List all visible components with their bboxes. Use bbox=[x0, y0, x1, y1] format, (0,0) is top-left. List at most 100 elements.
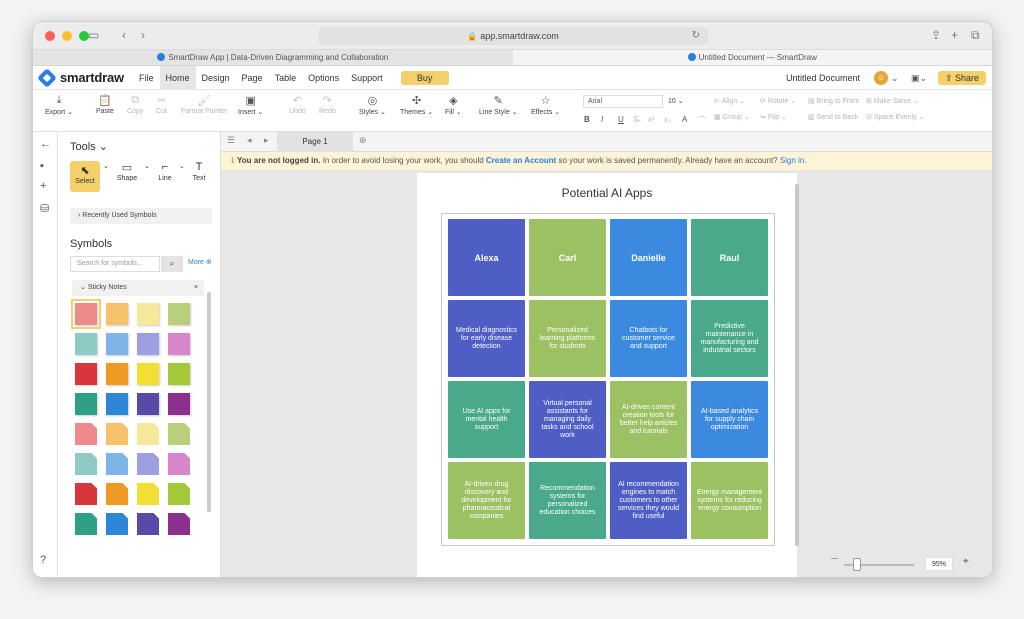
idea-cell[interactable]: Recommendation systems for personalized … bbox=[529, 462, 606, 539]
insert-button[interactable]: ▣ Insert ⌄ bbox=[238, 94, 263, 116]
tab-overview-icon[interactable]: ⧉ bbox=[971, 28, 980, 43]
bold-icon[interactable]: B bbox=[584, 115, 590, 124]
sticky-note-symbol[interactable] bbox=[75, 333, 97, 355]
themes-button[interactable]: ✣ Themes ⌄ bbox=[400, 94, 433, 116]
buy-button[interactable]: Buy bbox=[400, 70, 449, 85]
help-icon[interactable]: ? bbox=[40, 554, 46, 566]
more-symbols-link[interactable]: More ⊕ bbox=[188, 258, 212, 266]
select-tool[interactable]: ⬉ Select bbox=[70, 161, 100, 192]
sticky-note-symbol[interactable] bbox=[168, 453, 190, 475]
sticky-note-symbol[interactable] bbox=[168, 363, 190, 385]
sticky-note-symbol[interactable] bbox=[106, 423, 128, 445]
symbol-search-input[interactable]: Search for symbols... bbox=[70, 256, 160, 272]
sticky-note-symbol[interactable] bbox=[75, 423, 97, 445]
sticky-note-symbol[interactable] bbox=[106, 453, 128, 475]
diagram-title[interactable]: Potential AI Apps bbox=[417, 186, 797, 200]
cut-button[interactable]: ✂ Cut bbox=[156, 94, 167, 115]
add-page-icon[interactable]: ⊕ bbox=[359, 135, 367, 146]
forward-icon[interactable]: › bbox=[141, 28, 145, 42]
chevron-down-icon[interactable]: ⌄ bbox=[891, 66, 899, 90]
sticky-note-symbol[interactable] bbox=[71, 299, 101, 329]
drawing-canvas[interactable]: Potential AI Apps Alexa Carl Danielle Raul M… bbox=[221, 170, 992, 577]
prev-page-icon[interactable]: ◂ bbox=[247, 135, 252, 146]
superscript-icon[interactable]: x² bbox=[648, 115, 655, 124]
subscript-icon[interactable]: x₂ bbox=[664, 115, 671, 124]
sticky-note-symbol[interactable] bbox=[75, 393, 97, 415]
person-header-cell[interactable]: Alexa bbox=[448, 219, 525, 296]
flip-button[interactable]: ⇋ Flip ⌄ bbox=[760, 113, 787, 121]
sticky-note-symbol[interactable] bbox=[137, 453, 159, 475]
sticky-note-symbol[interactable] bbox=[168, 303, 190, 325]
reload-icon[interactable]: ↻ bbox=[692, 27, 700, 45]
undo-button[interactable]: ↶ Undo bbox=[289, 94, 306, 115]
chevron-down-icon[interactable]: ⌄ bbox=[144, 162, 150, 170]
smartdraw-logo[interactable]: smartdraw bbox=[37, 67, 133, 88]
idea-cell[interactable]: Personalized learning platforms for stud… bbox=[529, 300, 606, 377]
page-list-icon[interactable]: ☰ bbox=[227, 135, 235, 146]
map-icon[interactable]: ⌖ bbox=[963, 556, 969, 567]
back-icon[interactable]: ‹ bbox=[122, 28, 126, 42]
sticky-note-symbol[interactable] bbox=[137, 363, 159, 385]
briefcase-icon[interactable]: ▪ bbox=[40, 160, 44, 172]
font-color-icon[interactable]: A bbox=[682, 115, 687, 124]
new-tab-icon[interactable]: + bbox=[951, 28, 958, 42]
zoom-out-icon[interactable]: — bbox=[831, 555, 838, 562]
close-icon[interactable]: × bbox=[194, 280, 198, 296]
space-evenly-button[interactable]: ⊟ Space Evenly ⌄ bbox=[866, 113, 924, 121]
sticky-note-symbol[interactable] bbox=[137, 303, 159, 325]
sticky-notes-library[interactable]: ⌄ Sticky Notes × bbox=[72, 280, 204, 296]
sticky-note-symbol[interactable] bbox=[137, 423, 159, 445]
ai-apps-grid[interactable]: Alexa Carl Danielle Raul Medical diagnostics… bbox=[441, 213, 775, 546]
text-tool[interactable]: T Text bbox=[184, 161, 214, 182]
line-style-button[interactable]: ✎ Line Style ⌄ bbox=[479, 94, 518, 116]
idea-cell[interactable]: Chatbots for customer service and suppor… bbox=[610, 300, 687, 377]
effects-button[interactable]: ☆ Effects ⌄ bbox=[531, 94, 560, 116]
share-page-icon[interactable]: ⇪ bbox=[931, 28, 941, 42]
sticky-note-symbol[interactable] bbox=[106, 303, 128, 325]
address-bar[interactable]: 🔒 app.smartdraw.com ↻ bbox=[318, 27, 708, 45]
recently-used-symbols[interactable]: › Recently Used Symbols bbox=[70, 208, 212, 224]
paste-button[interactable]: 📋 Paste bbox=[96, 94, 114, 115]
sticky-note-symbol[interactable] bbox=[75, 453, 97, 475]
database-icon[interactable]: ⛁ bbox=[40, 202, 49, 215]
zoom-slider-thumb[interactable] bbox=[853, 558, 861, 571]
underline-icon[interactable]: U bbox=[618, 115, 624, 124]
menu-options[interactable]: Options bbox=[302, 66, 345, 90]
present-icon[interactable]: ▣⌄ bbox=[911, 66, 927, 90]
bring-to-front-button[interactable]: ▤ Bring to Front bbox=[808, 97, 859, 105]
styles-button[interactable]: ◎ Styles ⌄ bbox=[359, 94, 386, 116]
sticky-note-symbol[interactable] bbox=[168, 393, 190, 415]
export-button[interactable]: ⤓ Export ⌄ bbox=[45, 94, 73, 116]
sticky-note-symbol[interactable] bbox=[106, 513, 128, 535]
strikethrough-icon[interactable]: S̶ bbox=[633, 115, 638, 124]
sticky-note-symbol[interactable] bbox=[168, 423, 190, 445]
minimize-window-button[interactable] bbox=[62, 31, 72, 41]
menu-design[interactable]: Design bbox=[196, 66, 236, 90]
sticky-note-symbol[interactable] bbox=[106, 333, 128, 355]
fill-button[interactable]: ◈ Fill ⌄ bbox=[445, 94, 462, 116]
browser-tab-untitled[interactable]: Untitled Document — SmartDraw bbox=[512, 50, 992, 65]
idea-cell[interactable]: Medical diagnostics for early disease de… bbox=[448, 300, 525, 377]
shape-tool[interactable]: ▭ Shape bbox=[112, 161, 142, 182]
search-icon[interactable]: ⌕ bbox=[161, 256, 183, 272]
sticky-note-symbol[interactable] bbox=[75, 483, 97, 505]
italic-icon[interactable]: I bbox=[601, 115, 603, 124]
idea-cell[interactable]: AI-driven content creation tools for bet… bbox=[610, 381, 687, 458]
zoom-percent[interactable]: 95% bbox=[925, 557, 953, 571]
idea-cell[interactable]: Virtual personal assistants for managing… bbox=[529, 381, 606, 458]
menu-page[interactable]: Page bbox=[236, 66, 269, 90]
person-header-cell[interactable]: Danielle bbox=[610, 219, 687, 296]
canvas-scrollbar[interactable] bbox=[795, 184, 799, 546]
menu-home[interactable]: Home bbox=[159, 65, 196, 90]
idea-cell[interactable]: Use AI apps for mental health support bbox=[448, 381, 525, 458]
copy-button[interactable]: ⧉ Copy bbox=[127, 94, 143, 115]
menu-support[interactable]: Support bbox=[345, 66, 389, 90]
idea-cell[interactable]: AI-driven drug discovery and development… bbox=[448, 462, 525, 539]
align-button[interactable]: ⊫ Align ⌄ bbox=[714, 97, 745, 105]
idea-cell[interactable]: AI-based analytics for supply chain opti… bbox=[691, 381, 768, 458]
sticky-note-symbol[interactable] bbox=[168, 513, 190, 535]
menu-table[interactable]: Table bbox=[269, 66, 303, 90]
panel-scrollbar[interactable] bbox=[207, 292, 211, 512]
diagram-page[interactable]: Potential AI Apps Alexa Carl Danielle Raul M… bbox=[417, 173, 797, 577]
person-header-cell[interactable]: Raul bbox=[691, 219, 768, 296]
